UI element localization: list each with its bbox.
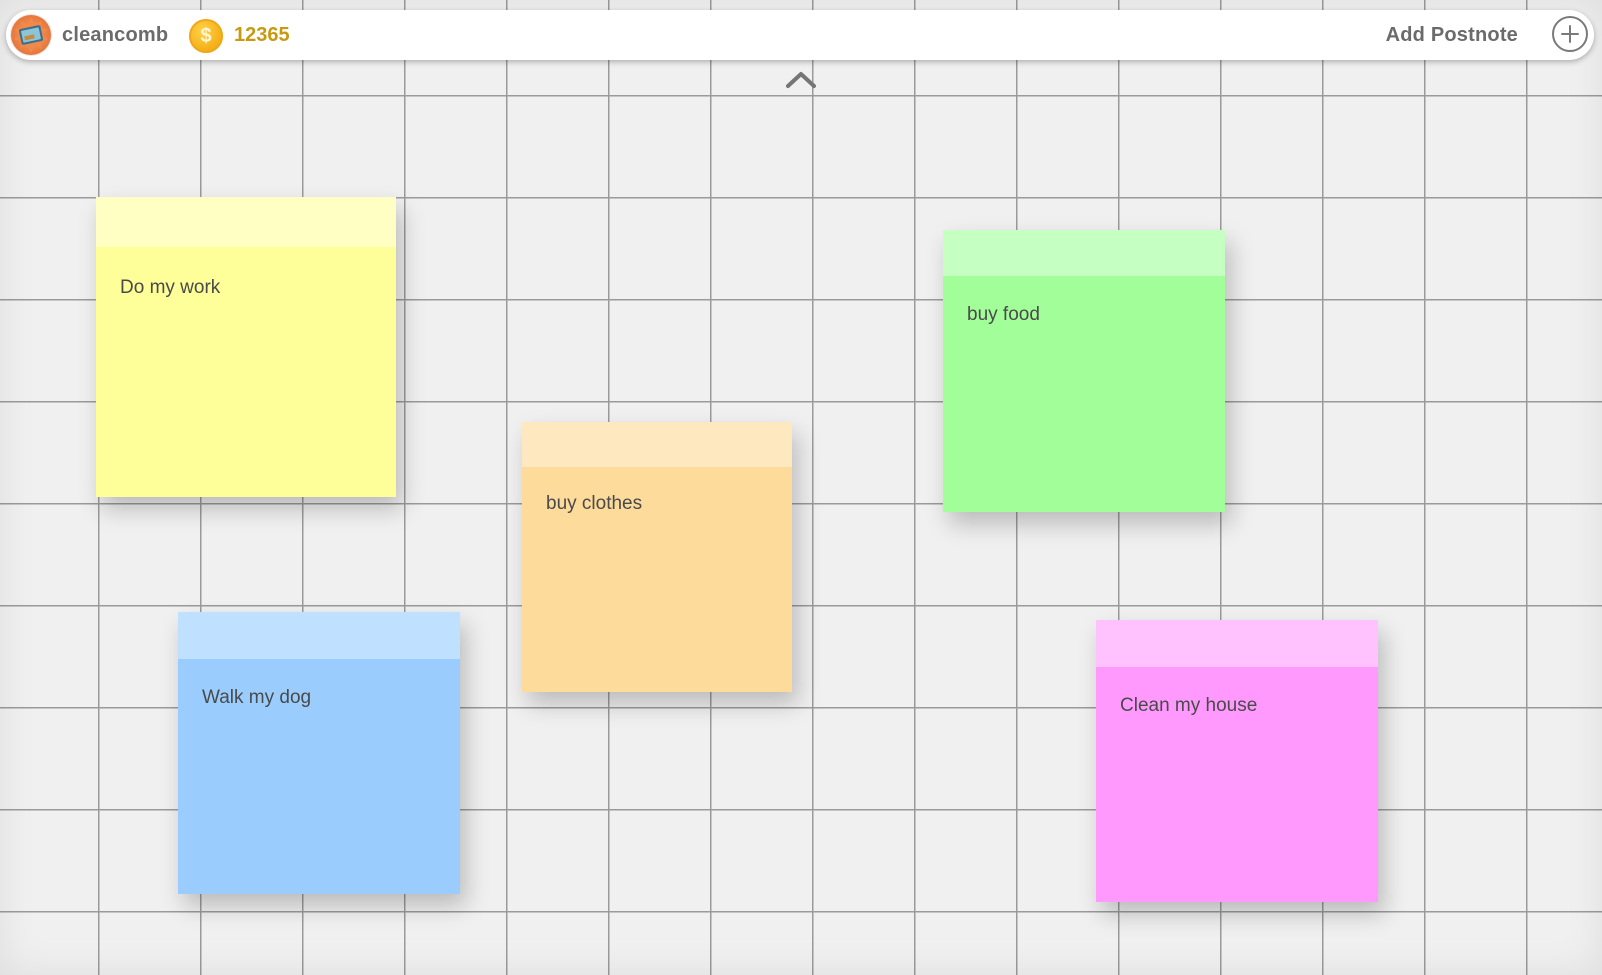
chevron-up-icon[interactable]	[784, 69, 818, 91]
postnote-header[interactable]	[96, 197, 396, 247]
postnote-header[interactable]	[1096, 620, 1378, 667]
postnote-clean-my-house[interactable]: Clean my house	[1096, 620, 1378, 902]
postnote-text[interactable]: buy clothes	[546, 493, 642, 515]
postnote-walk-my-dog[interactable]: Walk my dog	[178, 612, 460, 894]
plus-circle-icon[interactable]	[1552, 16, 1588, 52]
top-bar: cleancomb $ 12365 Add Postnote	[6, 10, 1594, 60]
add-postnote-label[interactable]: Add Postnote	[1386, 24, 1518, 47]
coin-icon: $	[189, 19, 223, 53]
avatar-icon[interactable]	[11, 15, 51, 55]
username-label: cleancomb	[62, 24, 169, 46]
postnote-text[interactable]: Walk my dog	[202, 687, 311, 709]
postnote-text[interactable]: buy food	[967, 304, 1040, 326]
postnote-header[interactable]	[178, 612, 460, 659]
coin-count: 12365	[234, 24, 290, 46]
postnote-buy-food[interactable]: buy food	[943, 230, 1225, 512]
postnote-text[interactable]: Do my work	[120, 277, 220, 299]
postnote-buy-clothes[interactable]: buy clothes	[522, 422, 792, 692]
postnote-do-my-work[interactable]: Do my work	[96, 197, 396, 497]
postnote-header[interactable]	[522, 422, 792, 467]
postnote-text[interactable]: Clean my house	[1120, 695, 1257, 717]
postnote-header[interactable]	[943, 230, 1225, 276]
